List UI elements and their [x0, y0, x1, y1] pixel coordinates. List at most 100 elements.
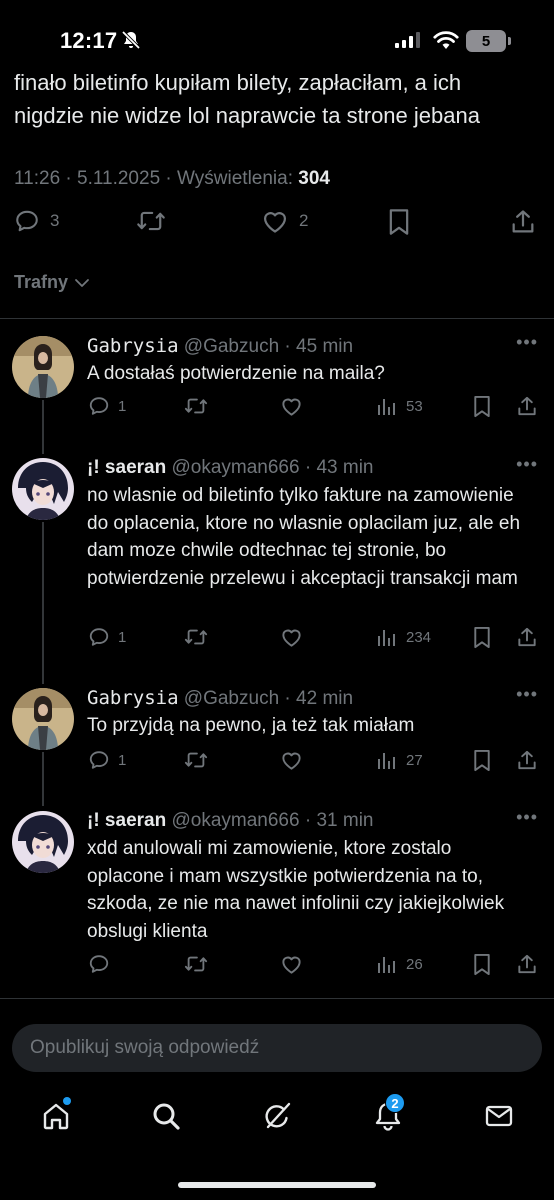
reply-author-name[interactable]: Gabrysia [87, 335, 179, 357]
bookmark-button[interactable] [472, 953, 492, 976]
tab-messages[interactable] [483, 1100, 515, 1132]
avatar[interactable] [12, 336, 74, 398]
like-count: 2 [299, 211, 309, 230]
reply-author-handle[interactable]: @okayman666 [171, 457, 299, 478]
reply-icon [89, 397, 109, 415]
avatar[interactable] [12, 811, 74, 873]
reply-count: 1 [118, 628, 127, 646]
bookmark-button[interactable] [472, 395, 492, 418]
sort-dropdown[interactable]: Trafny [14, 272, 90, 293]
reply-author-name[interactable]: Gabrysia [87, 687, 179, 709]
views-button[interactable]: 27 [376, 749, 423, 771]
reply-author-name[interactable]: ¡! saeran [87, 457, 166, 478]
reply-count: 3 [50, 211, 60, 230]
reply-icon [89, 751, 109, 769]
mail-icon [485, 1105, 513, 1127]
repost-button[interactable] [184, 626, 208, 648]
more-options-icon[interactable]: ••• [516, 684, 538, 705]
views-button[interactable]: 234 [376, 626, 431, 648]
reply-time: · 43 min [299, 457, 374, 478]
sort-label: Trafny [14, 272, 69, 292]
reply-time: · 42 min [279, 688, 354, 709]
views-count: 234 [406, 628, 432, 646]
reply-count: 1 [118, 397, 127, 415]
reply-icon [89, 955, 109, 973]
reply-input[interactable] [12, 1024, 542, 1072]
repost-icon [184, 752, 208, 768]
repost-icon [184, 956, 208, 972]
reply-author-handle[interactable]: @Gabzuch [184, 688, 279, 709]
reply-actions: 1 234 [0, 626, 554, 656]
grok-icon [265, 1102, 291, 1129]
views-count: 27 [406, 751, 423, 769]
repost-button[interactable] [136, 208, 166, 234]
bookmark-button[interactable] [387, 208, 411, 236]
share-button[interactable] [516, 749, 538, 772]
reply-header: ¡! saeran @okayman666 · 43 min [87, 457, 374, 479]
reply-time: · 45 min [279, 336, 354, 357]
avatar[interactable] [12, 458, 74, 520]
views-count: 53 [406, 397, 423, 415]
tab-home[interactable] [40, 1097, 72, 1132]
reply-button[interactable]: 1 [88, 626, 126, 648]
reply-author-handle[interactable]: @okayman666 [171, 810, 299, 831]
like-button[interactable]: 2 [261, 208, 308, 234]
more-options-icon[interactable]: ••• [516, 454, 538, 475]
reply-text: xdd anulowali mi zamowienie, ktore zosta… [87, 838, 505, 942]
share-button[interactable] [516, 395, 538, 418]
reply-composer[interactable] [12, 1024, 542, 1072]
views-count: 26 [406, 955, 423, 973]
like-button[interactable] [280, 395, 303, 417]
repost-icon [184, 398, 208, 414]
battery-icon: 5 [466, 30, 506, 52]
reply-button[interactable]: 3 [14, 208, 59, 234]
more-options-icon[interactable]: ••• [516, 807, 538, 828]
reply-text: A dostałaś potwierdzenie na maila? [87, 363, 385, 384]
battery-level: 5 [481, 32, 491, 50]
like-button[interactable] [280, 749, 303, 771]
heart-icon [263, 212, 287, 233]
views-button[interactable]: 53 [376, 395, 423, 417]
more-options-icon[interactable]: ••• [516, 332, 538, 353]
reply-button[interactable]: 1 [88, 749, 126, 771]
repost-button[interactable] [184, 953, 208, 975]
reply-header: Gabrysia @Gabzuch · 42 min [87, 687, 353, 710]
share-button[interactable] [516, 953, 538, 976]
views-icon [378, 957, 395, 973]
views-icon [378, 630, 395, 646]
views-icon [378, 753, 395, 769]
views-button[interactable]: 26 [376, 953, 423, 975]
home-notification-dot [63, 1097, 71, 1105]
bookmark-button[interactable] [472, 626, 492, 649]
home-indicator [178, 1182, 376, 1188]
reply-button[interactable] [88, 953, 118, 975]
heart-icon [282, 752, 301, 770]
reply-time: · 31 min [299, 810, 374, 831]
reply-actions: 26 [0, 953, 554, 983]
bookmark-icon [474, 953, 490, 976]
bookmark-button[interactable] [472, 749, 492, 772]
post-views: 304 [298, 168, 330, 189]
reply-author-handle[interactable]: @Gabzuch [184, 336, 279, 357]
reply-header: Gabrysia @Gabzuch · 45 min [87, 335, 353, 358]
battery-tip [508, 37, 511, 45]
repost-button[interactable] [184, 395, 208, 417]
post-text: finało biletinfo kupiłam bilety, zapłaci… [14, 66, 544, 132]
avatar[interactable] [12, 688, 74, 750]
like-button[interactable] [280, 626, 303, 648]
tab-notifications[interactable]: 2 [372, 1093, 405, 1132]
bookmark-icon [474, 395, 490, 418]
tab-search[interactable] [150, 1100, 182, 1132]
share-button[interactable] [516, 626, 538, 649]
reply-author-name[interactable]: ¡! saeran [87, 810, 166, 831]
like-button[interactable] [280, 953, 303, 975]
bell-slash-icon [121, 30, 141, 50]
share-icon [518, 627, 536, 647]
reply-icon [89, 628, 109, 646]
repost-button[interactable] [184, 749, 208, 771]
reply-button[interactable]: 1 [88, 395, 126, 417]
share-button[interactable] [510, 208, 536, 236]
views-icon [378, 399, 395, 415]
post-actions: 3 2 [0, 208, 554, 248]
tab-grok[interactable] [261, 1100, 293, 1132]
